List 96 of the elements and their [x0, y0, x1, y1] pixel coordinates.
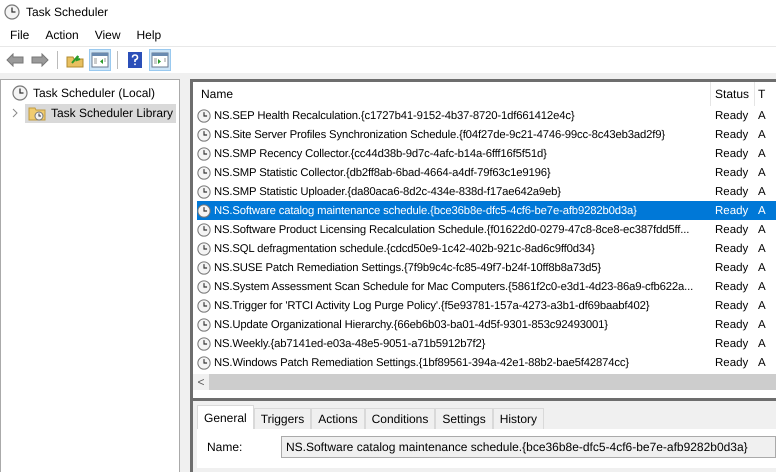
status-cell-text: Ready: [714, 110, 750, 122]
horizontal-scrollbar[interactable]: <: [193, 374, 776, 390]
column-header[interactable]: Status: [711, 82, 755, 106]
clock-icon: [197, 108, 211, 122]
task-name: NS.SMP Recency Collector.{cc44d38b-9d7c-4afc-b14a-6fff16f5f51d}: [214, 148, 547, 160]
menu-item[interactable]: Action: [37, 26, 87, 44]
status-cell-text: Ready: [714, 356, 750, 368]
status-cell-text: Ready: [714, 338, 750, 350]
task-row[interactable]: NS.Weekly.{ab7141ed-e03a-48e5-9051-a71b5912b7f2} Ready A: [197, 334, 776, 353]
scroll-left-button[interactable]: <: [193, 374, 209, 390]
task-name: NS.Software catalog maintenance schedule.{bce36b8e-dfc5-4cf6-be7e-afb9282b0d3a}: [214, 204, 637, 216]
tab[interactable]: General: [197, 405, 254, 429]
menu-item[interactable]: View: [86, 26, 128, 44]
tab[interactable]: Triggers: [254, 408, 312, 429]
window-title: Task Scheduler: [26, 5, 108, 19]
clock-icon: [197, 128, 211, 142]
status-cell-text: Ready: [714, 148, 750, 160]
task-row[interactable]: NS.Trigger for 'RTCI Activity Log Purge Policy'.{f5e93781-157a-4273-a3b1-df69baabf402} Ready A: [197, 296, 776, 315]
task-row[interactable]: NS.System Assessment Scan Schedule for Mac Computers.{5861f2c0-e3d1-4d23-86a9-cfb622a... Ready A: [197, 277, 776, 296]
clock-icon: [197, 318, 211, 332]
status-cell-text: Ready: [714, 300, 750, 312]
tab[interactable]: History: [492, 408, 544, 429]
status-cell-text: Ready: [714, 242, 750, 254]
task-row[interactable]: NS.Software Product Licensing Recalculation Schedule.{f01622d0-0279-47c8-8ce8-ec387fdd5ff... Ready A: [197, 220, 776, 239]
clock-icon: [4, 4, 20, 20]
tab[interactable]: Actions: [311, 408, 365, 429]
table-cell-text: A: [757, 242, 767, 254]
task-row[interactable]: NS.SMP Statistic Collector.{db2ff8ab-6bad-4664-a4df-79f63c1e9196} Ready A: [197, 163, 776, 182]
clock-icon: [197, 184, 211, 198]
table-cell-text: A: [757, 204, 767, 216]
task-row[interactable]: NS.Site Server Profiles Synchronization Schedule.{f04f27de-9c21-4746-99cc-8c43eb3ad2f9} Ready A: [197, 125, 776, 144]
task-name: NS.Site Server Profiles Synchronization Schedule.{f04f27de-9c21-4746-99cc-8c43eb3ad2f9}: [214, 128, 666, 140]
table-cell-text: A: [757, 224, 767, 236]
table-cell-text: A: [757, 128, 767, 140]
clock-icon: [197, 166, 211, 180]
status-cell-text: Ready: [714, 128, 750, 140]
tree-item[interactable]: Task Scheduler (Local): [9, 83, 158, 102]
clock-icon: [197, 336, 211, 350]
task-name: NS.SMP Statistic Collector.{db2ff8ab-6bad-4664-a4df-79f63c1e9196}: [214, 166, 551, 178]
table-cell-text: A: [757, 318, 767, 330]
name-label: Name:: [207, 440, 244, 454]
status-cell-text: Ready: [714, 224, 750, 236]
task-row[interactable]: NS.Windows Patch Remediation Settings.{1bf89561-394a-42e1-88b2-bae5f42874cc} Ready A: [197, 353, 776, 372]
task-row[interactable]: NS.SMP Recency Collector.{cc44d38b-9d7c-4afc-b14a-6fff16f5f51d} Ready A: [197, 144, 776, 163]
pane-toggle-button[interactable]: [89, 49, 111, 71]
clock-icon: [197, 260, 211, 274]
status-cell-text: Ready: [714, 280, 750, 292]
status-cell-text: Ready: [714, 186, 750, 198]
status-cell-text: Ready: [714, 262, 750, 274]
table-cell-text: A: [757, 280, 767, 292]
task-name: NS.SQL defragmentation schedule.{cdcd50e9-1c42-402b-921c-8ad6c9ff0d34}: [214, 242, 595, 254]
clock-icon: [197, 298, 211, 312]
task-name: NS.SMP Statistic Uploader.{da80aca6-8d2c-434e-838d-f17ae642a9eb}: [214, 186, 561, 198]
task-row[interactable]: NS.SQL defragmentation schedule.{cdcd50e9-1c42-402b-921c-8ad6c9ff0d34} Ready A: [197, 239, 776, 258]
clock-icon: [197, 356, 211, 370]
menu-item[interactable]: File: [2, 26, 38, 44]
table-cell-text: A: [757, 300, 767, 312]
task-row[interactable]: NS.Software catalog maintenance schedule.{bce36b8e-dfc5-4cf6-be7e-afb9282b0d3a} Ready A: [197, 201, 776, 220]
table-cell-text: A: [757, 110, 767, 122]
tab[interactable]: Conditions: [364, 408, 436, 429]
expand-chevron-icon[interactable]: [11, 108, 19, 118]
tree-item[interactable]: Task Scheduler Library: [25, 104, 176, 122]
task-name: NS.SEP Health Recalculation.{c1727b41-9152-4b37-8720-1df661412e4c}: [214, 110, 574, 122]
table-cell-text: A: [757, 186, 767, 198]
menu-item[interactable]: Help: [128, 26, 170, 44]
pane-toggle-button[interactable]: [149, 49, 171, 71]
task-name: NS.SUSE Patch Remediation Settings.{7f9b9c4c-fc85-49f7-b24f-10ff8b8a73d5}: [214, 262, 602, 274]
clock-icon: [12, 84, 28, 100]
status-cell-text: Ready: [714, 166, 750, 178]
table-cell-text: A: [757, 148, 767, 160]
table-cell-text: A: [757, 338, 767, 350]
clock-icon: [197, 146, 211, 160]
task-name: NS.System Assessment Scan Schedule for Mac Computers.{5861f2c0-e3d1-4d23-86a9-cfb622a...: [214, 280, 694, 292]
task-name: NS.Software Product Licensing Recalculation Schedule.{f01622d0-0279-47c8-8ce8-ec387fdd5ff...: [214, 224, 690, 236]
clock-icon: [197, 222, 211, 236]
table-cell-text: A: [757, 166, 767, 178]
table-cell-text: A: [757, 356, 767, 368]
status-cell-text: Ready: [714, 318, 750, 330]
clock-icon: [197, 280, 211, 294]
status-cell-text: Ready: [714, 204, 750, 216]
column-header[interactable]: Name: [197, 82, 711, 106]
clock-icon: [197, 242, 211, 256]
task-name: NS.Windows Patch Remediation Settings.{1bf89561-394a-42e1-88b2-bae5f42874cc}: [214, 356, 630, 368]
task-name: NS.Update Organizational Hierarchy.{66eb6b03-ba01-4d5f-9301-853c92493001}: [214, 318, 608, 330]
tab[interactable]: Settings: [435, 408, 493, 429]
task-row[interactable]: NS.SEP Health Recalculation.{c1727b41-9152-4b37-8720-1df661412e4c} Ready A: [197, 106, 776, 125]
folder-clock-icon: [28, 105, 46, 121]
task-row[interactable]: NS.SUSE Patch Remediation Settings.{7f9b9c4c-fc85-49f7-b24f-10ff8b8a73d5} Ready A: [197, 258, 776, 277]
column-header[interactable]: T: [755, 82, 776, 106]
task-name: NS.Weekly.{ab7141ed-e03a-48e5-9051-a71b5912b7f2}: [214, 338, 486, 350]
task-row[interactable]: NS.Update Organizational Hierarchy.{66eb6b03-ba01-4d5f-9301-853c92493001} Ready A: [197, 315, 776, 334]
task-name: NS.Trigger for 'RTCI Activity Log Purge Policy'.{f5e93781-157a-4273-a3b1-df69baabf402}: [214, 300, 650, 312]
table-cell-text: A: [757, 262, 767, 274]
clock-icon: [197, 204, 211, 218]
name-field[interactable]: NS.Software catalog maintenance schedule.{bce36b8e-dfc5-4cf6-be7e-afb9282b0d3a}: [281, 436, 776, 458]
task-row[interactable]: NS.SMP Statistic Uploader.{da80aca6-8d2c-434e-838d-f17ae642a9eb} Ready A: [197, 182, 776, 201]
